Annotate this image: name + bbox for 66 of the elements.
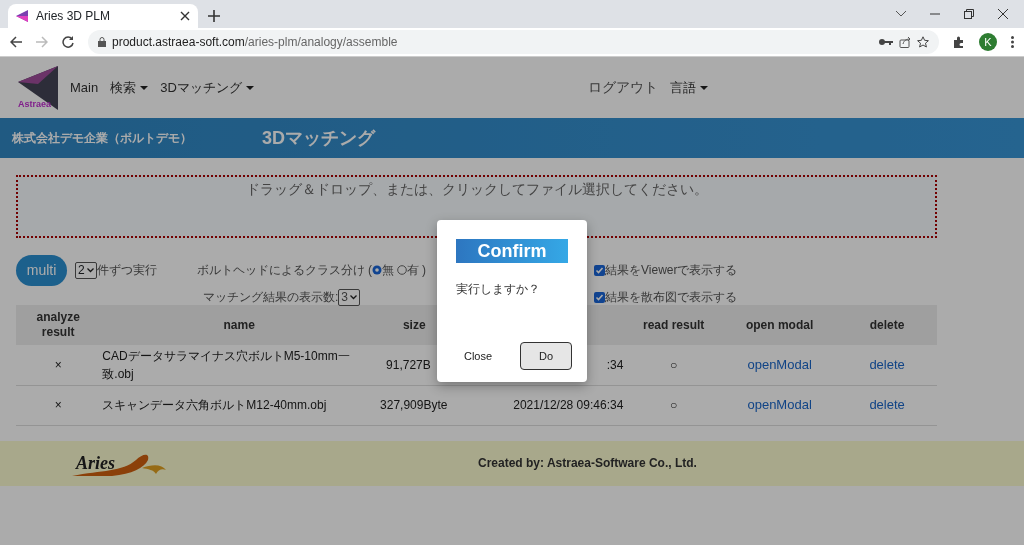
column-header: open modal [722,305,838,345]
close-icon[interactable] [998,9,1008,19]
page-title: 3Dマッチング [262,126,375,150]
confirm-button[interactable]: Do [520,342,572,370]
logo-icon [16,10,28,22]
chevron-down-icon [86,267,94,273]
column-header: name [100,305,379,345]
open-modal-link[interactable]: openModal [747,397,812,413]
restore-icon[interactable] [964,9,974,19]
close-icon[interactable] [180,11,190,21]
column-header: analyze result [16,305,101,345]
dialog-message: 実行しますか？ [456,281,541,298]
nav-link[interactable]: 言語 [669,77,708,98]
file-size: 91,727B [386,357,431,372]
nav-link[interactable]: 検索 [110,77,149,98]
share-icon[interactable] [899,36,911,48]
logo-text: Aries [76,452,115,475]
status-mark: × [54,357,62,372]
nav-link[interactable]: ログアウト [587,77,658,98]
avatar[interactable]: K [979,33,997,51]
logo-text: Astraea [18,98,52,111]
file-name: スキャンデータ六角ボルトM12-40mm.obj [102,398,327,412]
key-icon[interactable] [879,38,893,46]
lock-icon [98,37,106,47]
batch-label: 件ずつ実行 [96,262,157,279]
puzzle-icon[interactable] [953,36,965,48]
nav-link[interactable]: 3Dマッチング [160,77,254,98]
company-name: 株式会社デモ企業（ボルトデモ） [12,130,193,147]
checkbox-option[interactable]: 結果をViewerで表示する [594,261,738,279]
nav-link[interactable]: Main [70,77,99,98]
dialog-title: Confirm [456,239,568,263]
url-text: product.astraea-soft.com/aries-plm/analogy/assemble [112,34,399,51]
credit-text: Created by: Astraea-Software Co., Ltd. [478,455,697,472]
batch-size-select[interactable]: 2 [75,261,97,279]
timestamp: 2021/12/28 09:46:34 [513,398,624,412]
timestamp: :34 [606,357,624,372]
class-label: ボルトヘッドによるクラス分け ( [196,262,373,279]
drop-zone[interactable]: ドラッグ＆ドロップ、または、クリックしてファイル選択してください。 [16,175,937,238]
column-header: delete [837,305,937,345]
tab-title: Aries 3D PLM [36,8,112,25]
reload-icon[interactable] [62,36,74,48]
star-icon[interactable] [917,36,929,48]
back-icon[interactable] [10,36,22,48]
address-bar[interactable]: product.astraea-soft.com/aries-plm/analogy/assemble [88,30,939,54]
status-mark: × [54,398,62,412]
chevron-down-icon [350,294,358,300]
radio-option[interactable]: 有 [397,261,420,279]
file-size: 327,909Byte [380,398,448,412]
chevron-down-icon[interactable] [896,11,906,17]
read-mark: ○ [670,357,678,372]
count-label: マッチング結果の表示数: [203,289,339,306]
triangle-logo-icon [18,65,58,110]
browser-tab[interactable]: Aries 3D PLM [8,4,198,28]
delete-link[interactable]: delete [869,357,905,372]
delete-link[interactable]: delete [869,397,905,413]
checkbox-option[interactable]: 結果を散布図で表示する [594,288,738,306]
multi-button[interactable]: multi [16,255,67,286]
open-modal-link[interactable]: openModal [747,357,812,372]
radio-option[interactable]: 無 [372,261,395,279]
plus-icon[interactable] [208,10,220,22]
class-label-end: ) [422,262,427,279]
result-count-select[interactable]: 3 [338,288,361,306]
read-mark: ○ [670,398,678,412]
column-header: read result [625,305,722,345]
file-name: CADデータサラマイナス穴ボルトM5-10mm一致.obj [102,348,350,381]
more-icon[interactable] [1011,36,1014,48]
